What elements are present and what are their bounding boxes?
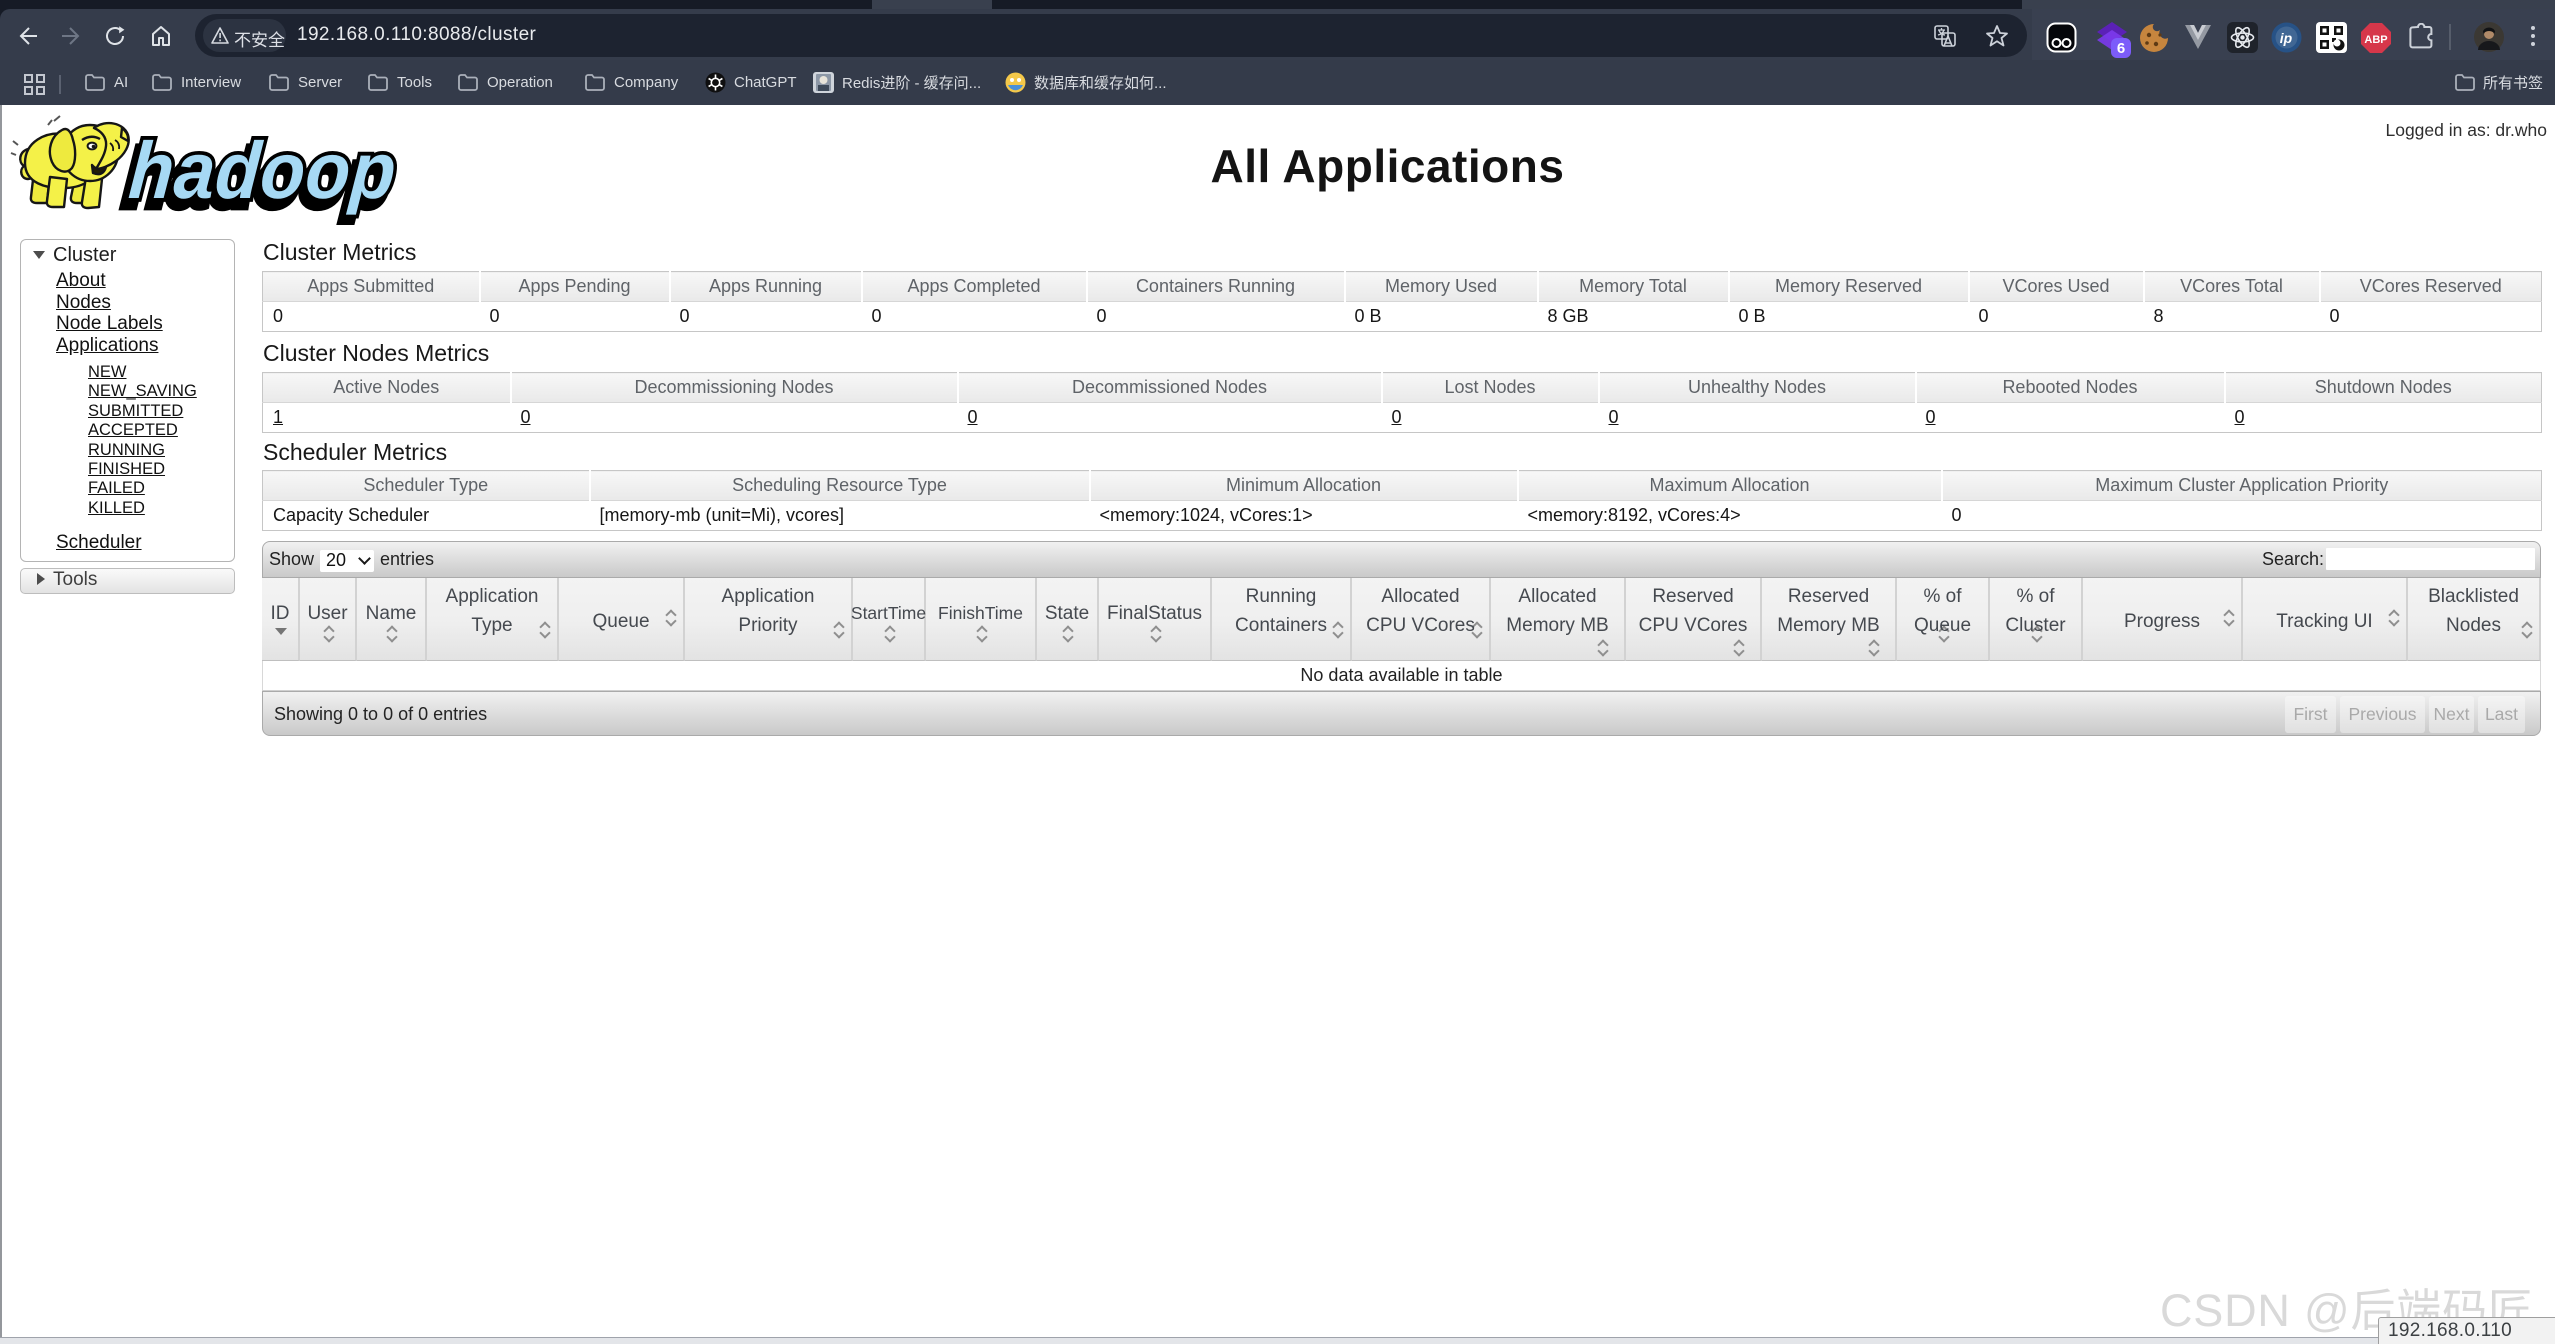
svg-text:6: 6 [2117, 40, 2125, 57]
svg-text:ip: ip [2280, 30, 2293, 46]
svg-text:ABP: ABP [2364, 34, 2387, 46]
